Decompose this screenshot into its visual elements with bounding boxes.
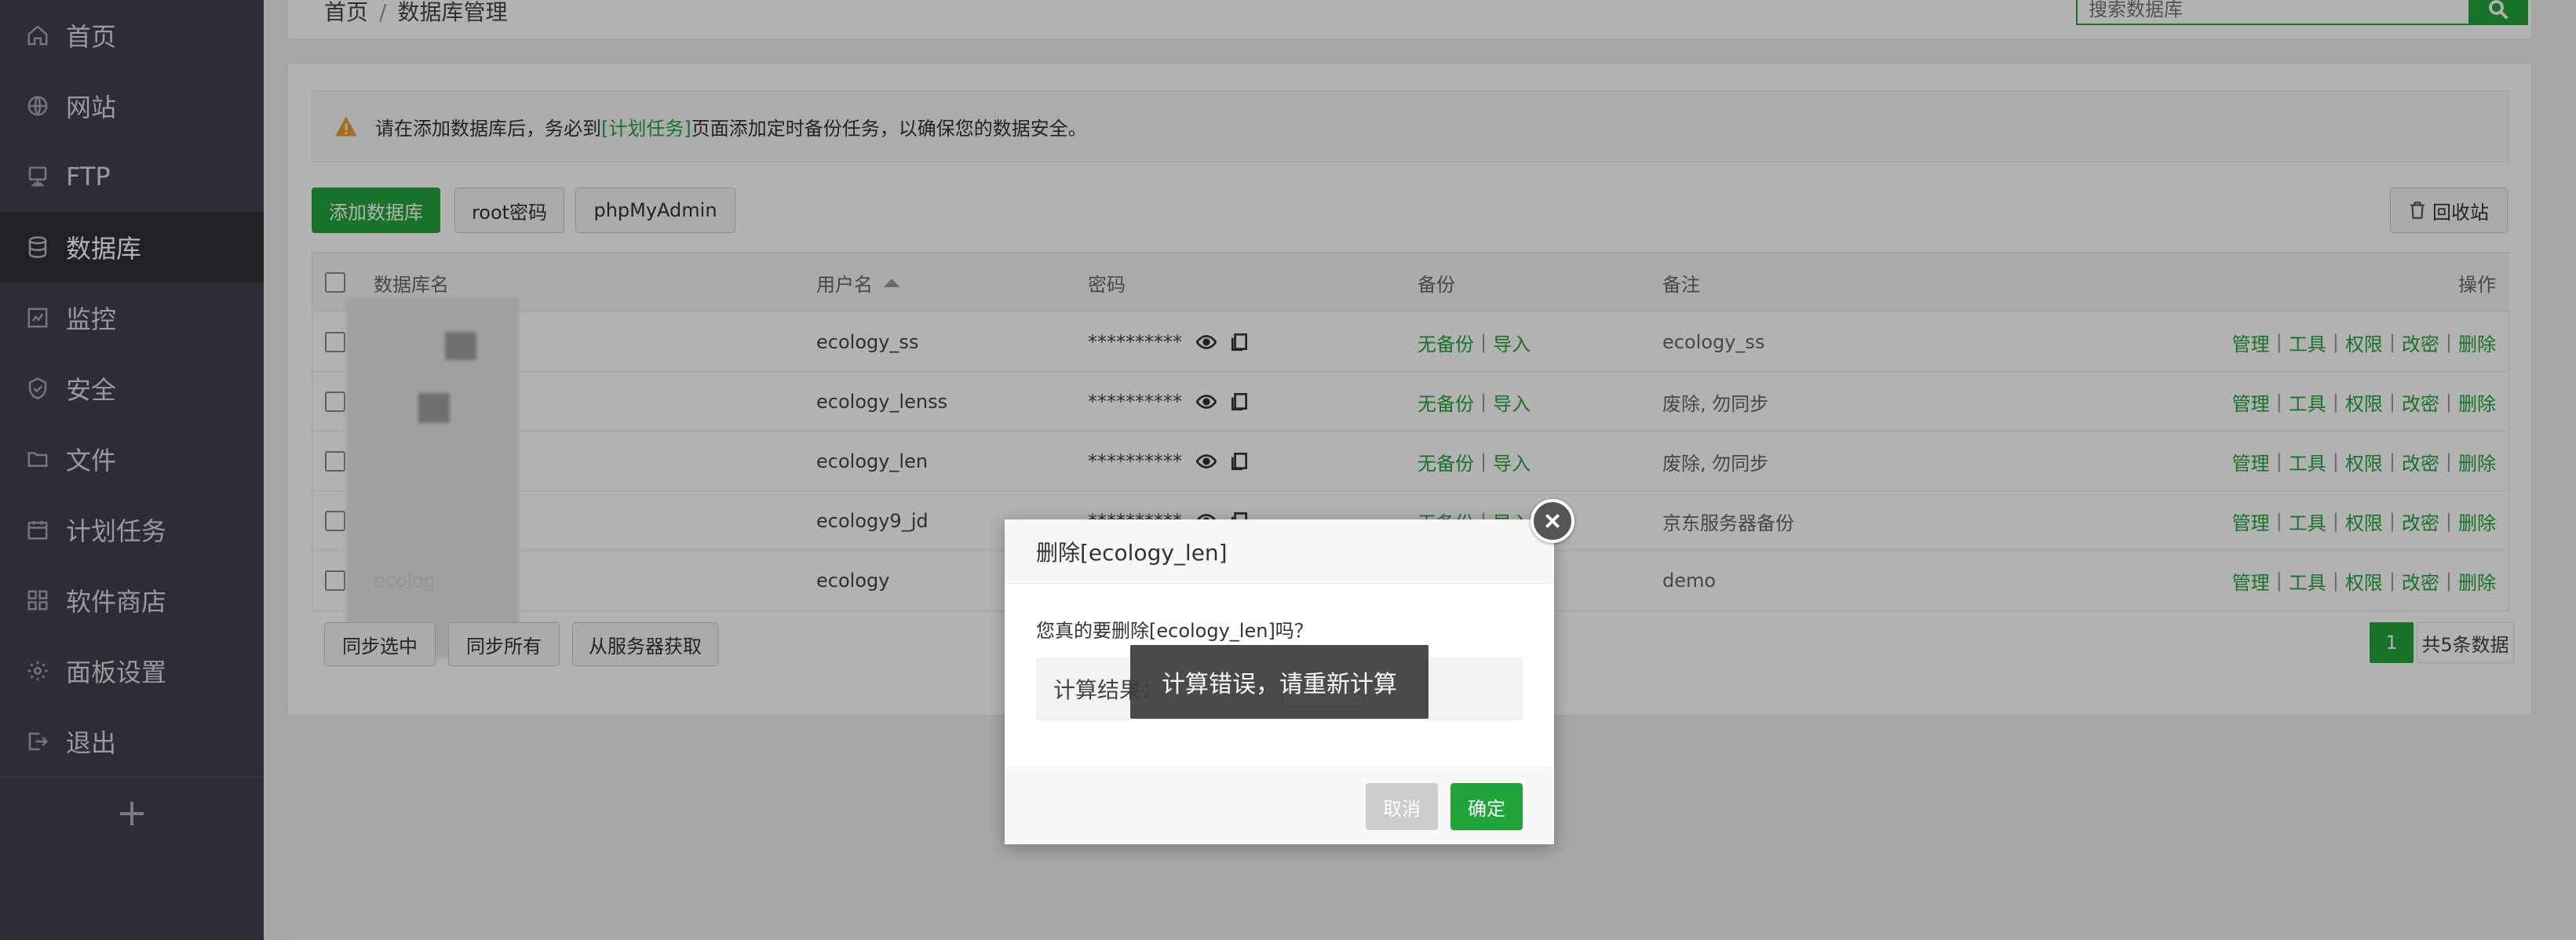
close-button[interactable] (1531, 499, 1574, 543)
cancel-button[interactable]: 取消 (1366, 783, 1438, 830)
error-toast: 计算错误，请重新计算 (1130, 645, 1428, 719)
close-icon (1545, 513, 1560, 529)
dialog-question: 您真的要删除[ecology_len]吗？ (1036, 620, 1313, 642)
dialog-title: 删除[ecology_len] (1005, 519, 1554, 584)
confirm-button[interactable]: 确定 (1450, 783, 1523, 830)
